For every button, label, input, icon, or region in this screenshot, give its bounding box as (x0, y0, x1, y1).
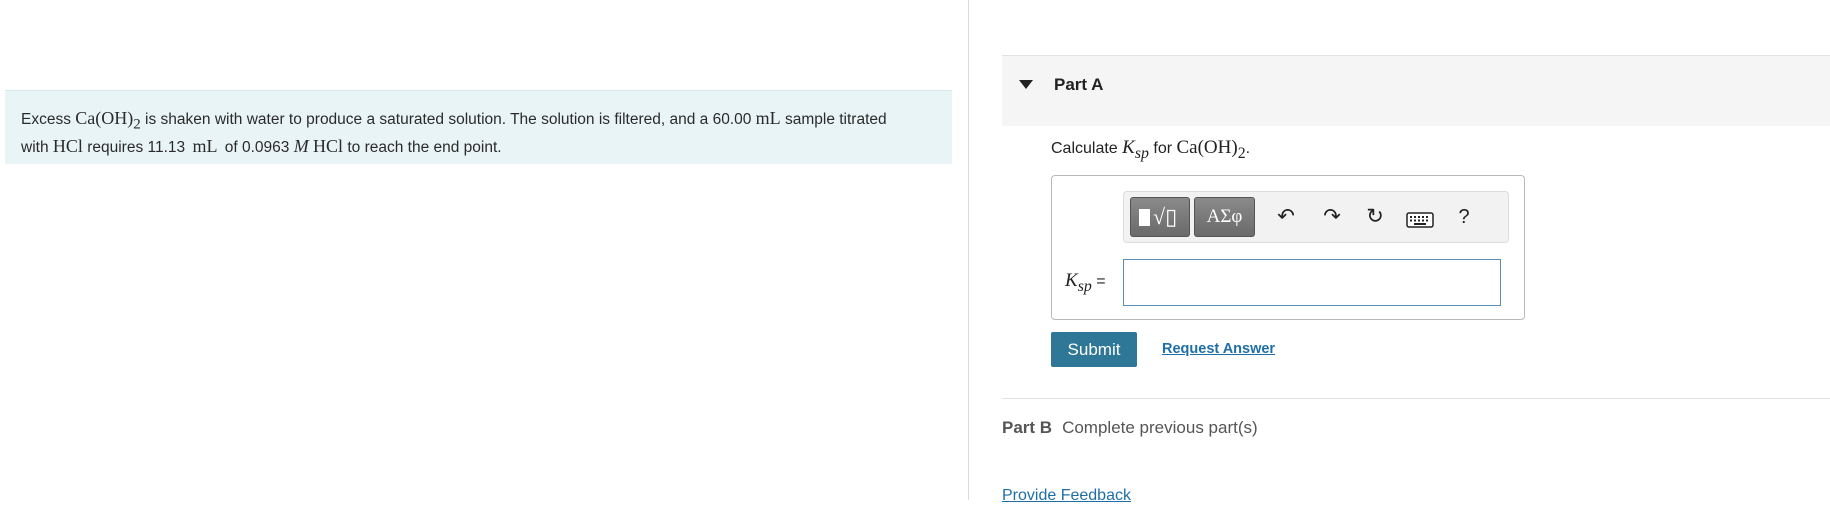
unit-ml: mL (192, 135, 218, 156)
problem-text: Excess (21, 111, 76, 128)
template-block-icon (1139, 209, 1150, 226)
compound-subscript: 2 (133, 116, 141, 133)
part-a-header[interactable]: Part A (1002, 56, 1830, 126)
problem-text: of 0.0963 (220, 138, 294, 156)
problem-statement: Excess Ca(OH)2 is shaken with water to p… (5, 90, 952, 164)
question-text: . (1245, 140, 1251, 157)
problem-line-1: Excess Ca(OH)2 is shaken with water to p… (21, 108, 936, 136)
molar-symbol: M (293, 135, 309, 156)
compound-subscript: 2 (1237, 144, 1246, 162)
ksp-symbol: Ksp (1122, 137, 1149, 162)
compound-name: Ca(OH) (75, 108, 134, 128)
panel-divider (968, 0, 969, 500)
sp-subscript: sp (1134, 144, 1149, 162)
undo-icon[interactable]: ↶ (1274, 204, 1298, 230)
answer-box: √▯ ΑΣφ ↶ ↷ ↻ ? Ksp = (1051, 175, 1525, 320)
part-a-title: Part A (1054, 75, 1104, 94)
reset-icon[interactable]: ↻ (1362, 204, 1388, 230)
k-letter: K (1122, 137, 1135, 158)
part-a-question: Calculate Ksp for Ca(OH)2. (1051, 137, 1250, 163)
part-b-header: Part B Complete previous part(s) (1002, 418, 1258, 438)
k-letter: K (1065, 270, 1078, 291)
compound-name: Ca(OH) (1176, 137, 1238, 158)
collapse-caret-icon[interactable] (1019, 80, 1033, 89)
question-text: Calculate (1051, 140, 1123, 157)
templates-button[interactable]: √▯ (1130, 197, 1190, 237)
compound-formula: Ca(OH)2 (75, 108, 140, 133)
unit-ml: mL (755, 108, 781, 128)
submit-button[interactable]: Submit (1051, 332, 1137, 367)
sp-subscript: sp (1077, 277, 1092, 295)
help-button[interactable]: ? (1454, 204, 1474, 230)
problem-text: sample titrated (780, 111, 887, 128)
hcl-formula: HCl (52, 135, 83, 156)
ksp-symbol: Ksp (1065, 270, 1092, 295)
request-answer-link[interactable]: Request Answer (1162, 341, 1275, 357)
greek-symbols-button[interactable]: ΑΣφ (1194, 197, 1255, 237)
problem-text: to reach the end point. (343, 138, 502, 156)
sqrt-template-icon: √▯ (1153, 204, 1178, 229)
ksp-answer-input[interactable] (1123, 259, 1501, 306)
equals-sign: = (1091, 273, 1106, 290)
keyboard-icon[interactable] (1406, 209, 1434, 228)
ksp-input-label: Ksp = (1065, 270, 1106, 296)
part-b-status: Complete previous part(s) (1062, 418, 1258, 437)
problem-line-2: with HCl requires 11.13 mL of 0.0963 M H… (21, 136, 936, 158)
part-b-divider (1002, 398, 1830, 399)
problem-text: is shaken with water to produce a satura… (140, 111, 756, 128)
compound-formula: Ca(OH)2 (1176, 137, 1245, 162)
problem-text: with (21, 138, 53, 156)
hcl-formula: HCl (313, 135, 344, 156)
keyboard-glyph (1406, 212, 1434, 228)
part-b-title: Part B (1002, 418, 1053, 437)
question-text: for (1148, 140, 1177, 157)
provide-feedback-link[interactable]: Provide Feedback (1002, 487, 1131, 505)
redo-icon[interactable]: ↷ (1320, 204, 1344, 230)
math-toolbar: √▯ ΑΣφ ↶ ↷ ↻ ? (1123, 191, 1509, 243)
problem-text: requires 11.13 (82, 138, 190, 156)
